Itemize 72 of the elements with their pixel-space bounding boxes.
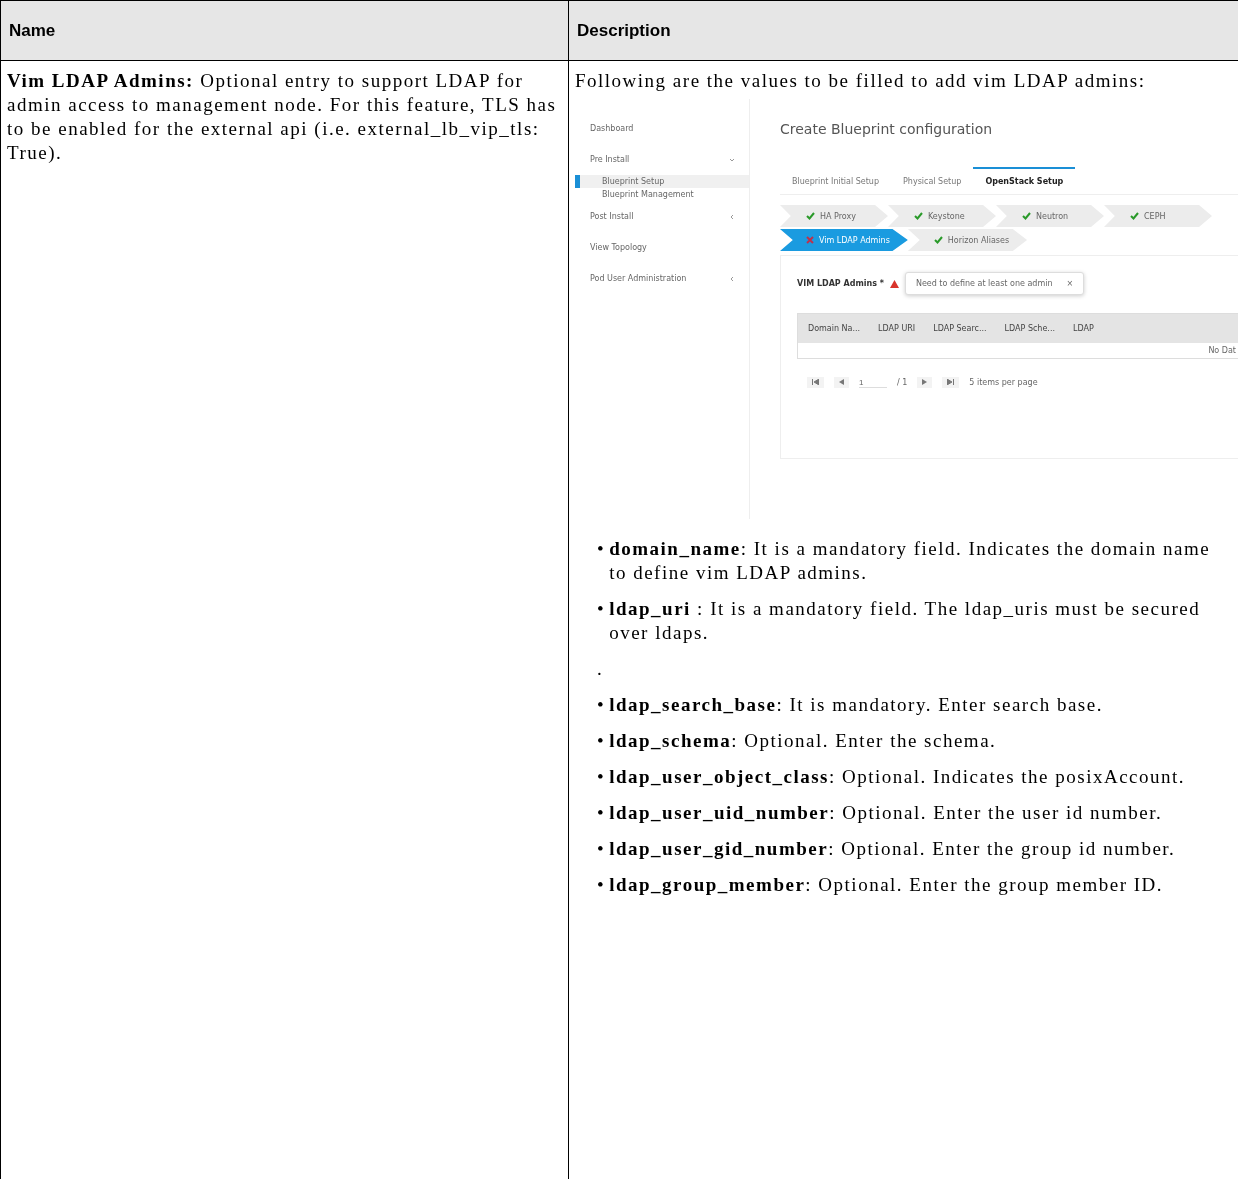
bullet-icon: • xyxy=(597,537,606,585)
sidebar-label: Pod User Administration xyxy=(590,274,687,283)
bullet-icon: • xyxy=(597,837,606,861)
tooltip-text: Need to define at least one admin xyxy=(915,279,1053,288)
sidebar-item[interactable]: View Topology xyxy=(575,232,749,263)
chevron-left-icon xyxy=(729,213,735,220)
grid-column-header[interactable]: LDAP Searc... xyxy=(933,324,987,333)
grid-column-header[interactable]: Domain Na... xyxy=(808,324,861,333)
name-text: Vim LDAP Admins: Optional entry to support LDAP for admin access to management node. For this feature, TLS has to be enabled for the external api (i.e. external_lb_vip_tls: True). xyxy=(7,69,558,165)
sidebar-item[interactable]: Post Install xyxy=(575,201,749,232)
tab[interactable]: Physical Setup xyxy=(891,167,974,194)
empty-message: No Dat xyxy=(1207,345,1237,357)
check-icon xyxy=(1130,212,1139,220)
close-icon[interactable]: × xyxy=(1066,279,1074,288)
sidebar-label: Post Install xyxy=(590,212,634,221)
bullet-icon: • xyxy=(597,693,606,717)
list-item-text: domain_name: It is a mandatory field. Indicates the domain name to define vim LDAP admins. xyxy=(609,537,1212,585)
previous-page-icon xyxy=(839,379,844,385)
list-item-text: ldap_schema: Optional. Enter the schema. xyxy=(609,729,997,753)
list-item-text: ldap_user_object_class: Optional. Indicates the posixAccount. xyxy=(609,765,1186,789)
wizard-step[interactable]: CEPH xyxy=(1104,205,1212,227)
wizard-step[interactable]: Keystone xyxy=(888,205,996,227)
field-label: VIM LDAP Admins * xyxy=(797,279,884,288)
next-page-icon xyxy=(922,379,928,385)
sidebar-item[interactable]: Dashboard xyxy=(575,113,749,144)
intro-text: Following are the values to be filled to add vim LDAP admins: xyxy=(575,69,1147,93)
sidebar-label: Pre Install xyxy=(590,155,630,164)
items-per-page-text: 5 items per page xyxy=(969,378,1038,387)
tab[interactable]: Blueprint Initial Setup xyxy=(780,167,891,194)
list-item-text: ldap_uri : It is a mandatory field. The ldap_uris must be secured over ldaps. xyxy=(609,597,1202,645)
check-icon xyxy=(914,212,923,220)
bullet-icon: • xyxy=(597,873,606,897)
column-header: Description xyxy=(569,1,1238,61)
last-page-icon xyxy=(947,379,955,385)
sidebar-item[interactable]: Pre Install xyxy=(575,144,749,175)
note-text: . xyxy=(597,657,604,681)
sidebar-label: Dashboard xyxy=(590,124,634,133)
next-page-button[interactable] xyxy=(917,377,933,388)
chevron-down-icon xyxy=(729,156,735,163)
previous-page-button[interactable] xyxy=(834,377,849,388)
tab[interactable]: OpenStack Setup xyxy=(973,167,1076,194)
list-item-text: ldap_user_uid_number: Optional. Enter the user id number. xyxy=(609,801,1163,825)
wizard-step[interactable]: HA Proxy xyxy=(780,205,888,227)
sidebar-subitem[interactable]: Blueprint Management xyxy=(575,188,749,201)
last-page-button[interactable] xyxy=(942,377,960,388)
chevron-left-icon xyxy=(729,275,735,282)
list-item-text: ldap_group_member: Optional. Enter the group member ID. xyxy=(609,873,1164,897)
cross-icon xyxy=(806,236,814,244)
grid-column-header[interactable]: LDAP Sche... xyxy=(1004,324,1055,333)
sidebar-subitem[interactable]: Blueprint Setup xyxy=(575,175,749,188)
page-total: / 1 xyxy=(897,378,908,387)
page-title: Create Blueprint configuration xyxy=(780,121,994,137)
list-item-text: ldap_user_gid_number: Optional. Enter the group id number. xyxy=(609,837,1176,861)
bullet-icon: • xyxy=(597,597,606,645)
column-header: Name xyxy=(1,1,569,61)
check-icon xyxy=(806,212,815,220)
first-page-button[interactable] xyxy=(807,377,824,388)
warning-icon xyxy=(889,279,899,288)
check-icon xyxy=(1022,212,1031,220)
bullet-icon: • xyxy=(597,729,606,753)
wizard-step[interactable]: Neutron xyxy=(996,205,1104,227)
grid-column-header[interactable]: LDAP xyxy=(1073,324,1094,333)
grid-column-header[interactable]: LDAP URI xyxy=(878,324,916,333)
list-item-text: ldap_search_base: It is mandatory. Enter search base. xyxy=(609,693,1103,717)
bullet-icon: • xyxy=(597,765,606,789)
sidebar-label: View Topology xyxy=(590,243,647,252)
bullet-icon: • xyxy=(597,801,606,825)
wizard-step[interactable]: Horizon Aliases xyxy=(907,229,1028,251)
page-input[interactable]: 1 xyxy=(859,377,887,388)
first-page-icon xyxy=(812,379,819,385)
check-icon xyxy=(933,236,943,244)
sidebar-item[interactable]: Pod User Administration xyxy=(575,263,749,294)
